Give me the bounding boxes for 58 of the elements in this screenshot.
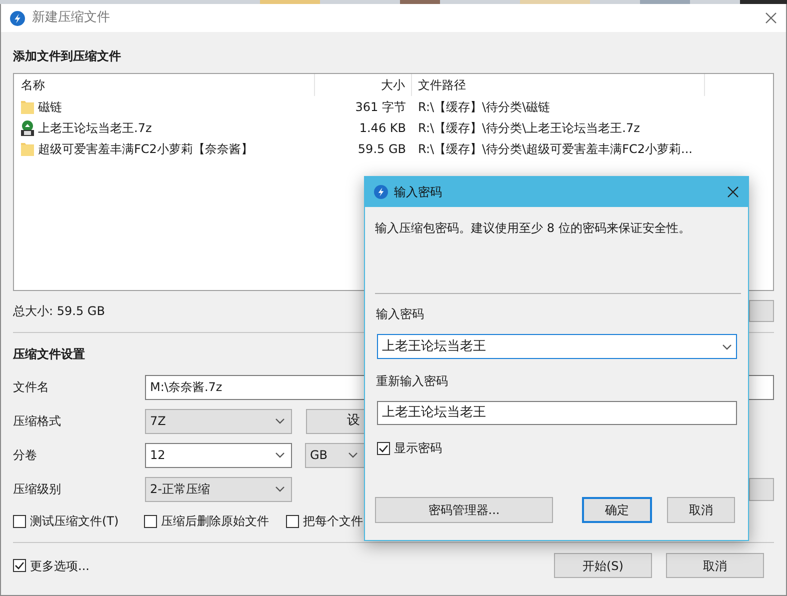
input-field[interactable]: 上老王论坛当老王 — [377, 401, 737, 425]
app-logo-icon — [10, 10, 25, 26]
archive-icon — [20, 120, 35, 136]
checkbox-label: 测试压缩文件(T) — [30, 513, 119, 530]
button[interactable]: 开始(S) — [554, 553, 652, 578]
dropdown[interactable]: GB — [305, 442, 365, 468]
column-header[interactable]: 名称 — [14, 74, 315, 96]
checkbox-label: 更多选项... — [30, 558, 90, 574]
checkbox[interactable] — [13, 514, 26, 528]
field-label: 压缩级别 — [13, 481, 62, 498]
file-path: R:\【缓存】\待分类\超级可爱害羞丰满FC2小萝莉... — [417, 140, 692, 158]
field-label: 输入密码 — [376, 306, 424, 323]
chevron-down-icon — [275, 418, 285, 424]
file-size: 361 字节 — [354, 98, 407, 116]
checkbox[interactable] — [286, 514, 299, 528]
dialog-title: 输入密码 — [394, 184, 442, 201]
window-title: 新建压缩文件 — [32, 9, 110, 28]
section-heading: 添加文件到压缩文件 — [13, 48, 121, 64]
section-heading: 压缩文件设置 — [13, 346, 85, 362]
checkbox-label: 压缩后删除原始文件 — [161, 513, 269, 530]
field-label: 压缩格式 — [13, 413, 62, 430]
column-header[interactable]: 大小 — [315, 74, 412, 96]
close-icon[interactable] — [727, 186, 739, 198]
dropdown[interactable]: 2-正常压缩 — [145, 476, 292, 502]
checkbox[interactable] — [13, 559, 26, 572]
chevron-down-icon — [275, 486, 285, 492]
field-label: 重新输入密码 — [376, 373, 448, 390]
chevron-down-icon — [275, 452, 285, 458]
password-combo-box[interactable]: 上老王论坛当老王 — [377, 334, 737, 359]
checkbox[interactable] — [377, 442, 390, 454]
message: 输入压缩包密码。建议使用至少 8 位的密码来保证安全性。 — [375, 220, 690, 237]
folder-icon — [20, 140, 35, 156]
total-size: 总大小: 59.5 GB — [13, 303, 105, 320]
file-size: 59.5 GB — [356, 140, 407, 158]
file-size: 1.46 KB — [358, 120, 407, 136]
combo-box[interactable]: 12 — [145, 442, 292, 468]
dropdown[interactable]: 7Z — [145, 408, 292, 434]
file-name[interactable]: 磁链 — [38, 98, 62, 116]
app-logo-icon — [374, 185, 388, 199]
checkbox-label: 把每个文件 — [303, 513, 363, 530]
checkbox[interactable] — [144, 514, 157, 528]
chevron-down-icon — [722, 344, 732, 350]
settings-button[interactable]: 设 — [306, 408, 365, 434]
file-path: R:\【缓存】\待分类\磁链 — [417, 98, 550, 116]
field-label: 分卷 — [13, 447, 38, 464]
button[interactable]: 取消 — [667, 497, 735, 523]
button[interactable]: 确定 — [582, 497, 652, 523]
checkbox-label: 显示密码 — [394, 440, 442, 457]
button[interactable]: 密码管理器... — [375, 497, 553, 523]
file-path: R:\【缓存】\待分类\上老王论坛当老王.7z — [417, 120, 640, 136]
field-label: 文件名 — [13, 379, 50, 396]
file-name[interactable]: 超级可爱害羞丰满FC2小萝莉【奈奈酱】 — [38, 140, 253, 158]
column-header[interactable]: 文件路径 — [412, 74, 705, 96]
folder-icon — [20, 98, 35, 114]
button[interactable]: 取消 — [666, 553, 764, 578]
chevron-down-icon — [348, 452, 358, 458]
close-icon[interactable] — [765, 12, 777, 24]
file-name[interactable]: 上老王论坛当老王.7z — [38, 118, 152, 136]
